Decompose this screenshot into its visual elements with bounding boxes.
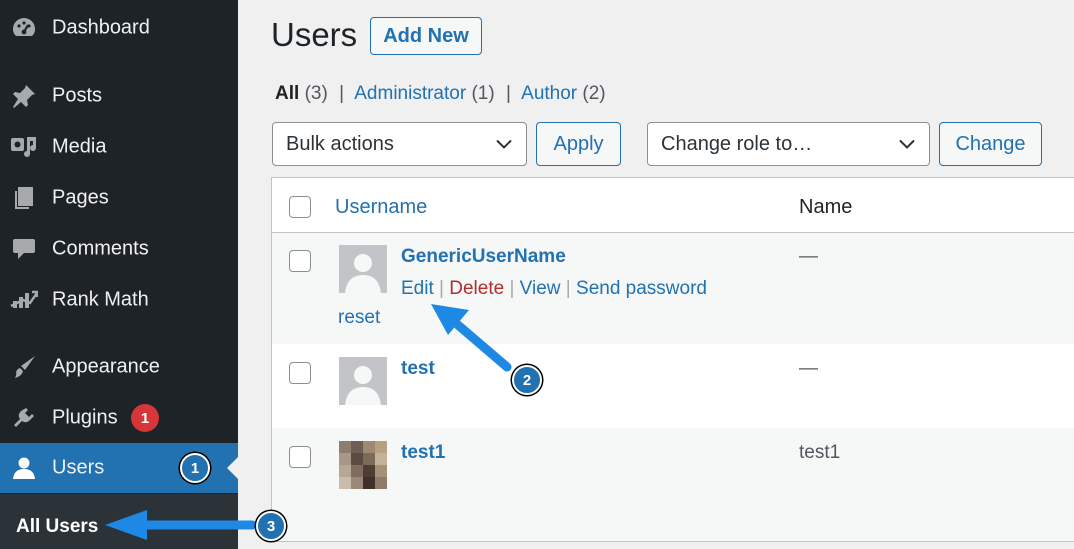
menu-label: Pages (52, 186, 109, 209)
filter-all-count: (3) (304, 83, 328, 104)
chevron-down-icon (496, 133, 512, 156)
media-icon (10, 133, 38, 161)
comment-icon (10, 235, 38, 263)
brush-icon (10, 353, 38, 381)
row-checkbox[interactable] (289, 250, 311, 272)
menu-item-pages[interactable]: Pages (0, 173, 238, 223)
menu-label: Plugins (52, 406, 118, 429)
name-cell: — (799, 246, 818, 267)
filter-administrator-count: (1) (471, 83, 495, 104)
menu-label: Dashboard (52, 16, 150, 39)
menu-item-comments[interactable]: Comments (0, 224, 238, 274)
table-row: GenericUserName Edit | Delete | View | S… (272, 233, 1074, 344)
edit-link[interactable]: Edit (401, 278, 434, 299)
page-title: Users (271, 16, 358, 53)
avatar (339, 441, 387, 489)
name-cell: — (799, 358, 818, 379)
plug-icon (10, 404, 38, 432)
filter-author[interactable]: Author (521, 83, 577, 104)
menu-item-plugins[interactable]: Plugins 1 (0, 393, 238, 443)
delete-link[interactable]: Delete (449, 278, 504, 299)
menu-item-posts[interactable]: Posts (0, 71, 238, 121)
menu-label: Posts (52, 84, 103, 107)
main-content: Users Add New All (3) | Administrator (1… (238, 0, 1074, 549)
name-cell: test1 (799, 442, 841, 463)
username-link[interactable]: test (401, 358, 435, 380)
table-row: test1 test1 (272, 428, 1074, 541)
filter-separator: | (505, 83, 511, 104)
bulk-actions-select[interactable]: Bulk actions (272, 122, 527, 166)
step-marker-2: 2 (512, 365, 542, 395)
dashboard-icon (10, 14, 38, 42)
role-filter-links: All (3) | Administrator (1) | Author (2) (275, 83, 606, 105)
pages-icon (10, 184, 38, 212)
users-table: Username Name GenericUserName Edit | Del… (271, 177, 1074, 542)
menu-item-dashboard[interactable]: Dashboard (0, 3, 238, 53)
plugins-update-badge: 1 (131, 404, 159, 432)
row-checkbox[interactable] (289, 446, 311, 468)
pin-icon (10, 82, 38, 110)
table-header: Username Name (272, 178, 1074, 233)
change-button[interactable]: Change (939, 122, 1042, 166)
step-marker-3: 3 (256, 511, 286, 541)
menu-item-rank-math[interactable]: Rank Math (0, 275, 238, 325)
row-actions: Edit | Delete | View | Send password (401, 278, 707, 299)
menu-label: Media (52, 135, 107, 158)
submenu-all-users[interactable]: All Users (16, 516, 98, 538)
add-new-button[interactable]: Add New (370, 17, 482, 55)
filter-all[interactable]: All (275, 83, 299, 104)
step-marker-1: 1 (180, 453, 210, 483)
bulk-actions-value: Bulk actions (286, 132, 394, 155)
menu-label: Users (52, 456, 105, 479)
filter-administrator[interactable]: Administrator (354, 83, 466, 104)
menu-label: Comments (52, 237, 149, 260)
column-header-name: Name (799, 196, 853, 218)
users-submenu: All Users (0, 494, 238, 549)
avatar (339, 357, 387, 405)
send-password-link[interactable]: Send password (576, 278, 707, 299)
active-menu-pointer (227, 457, 238, 479)
row-checkbox[interactable] (289, 362, 311, 384)
filter-separator: | (339, 83, 345, 104)
filter-author-count: (2) (582, 83, 606, 104)
menu-label: Appearance (52, 355, 160, 378)
menu-item-media[interactable]: Media (0, 122, 238, 172)
view-link[interactable]: View (520, 278, 561, 299)
menu-label: Rank Math (52, 288, 149, 311)
menu-item-appearance[interactable]: Appearance (0, 342, 238, 392)
username-link[interactable]: test1 (401, 442, 445, 464)
avatar (339, 245, 387, 293)
user-icon (10, 454, 38, 482)
table-row: test — (272, 344, 1074, 428)
username-link[interactable]: GenericUserName (401, 246, 566, 268)
chevron-down-icon (899, 133, 915, 156)
select-all-checkbox[interactable] (289, 196, 311, 218)
change-role-value: Change role to… (661, 132, 813, 155)
rank-math-icon (10, 286, 38, 314)
apply-button[interactable]: Apply (536, 122, 621, 166)
send-password-link-wrap[interactable]: reset (338, 307, 380, 329)
change-role-select[interactable]: Change role to… (647, 122, 930, 166)
column-header-username[interactable]: Username (335, 196, 427, 219)
